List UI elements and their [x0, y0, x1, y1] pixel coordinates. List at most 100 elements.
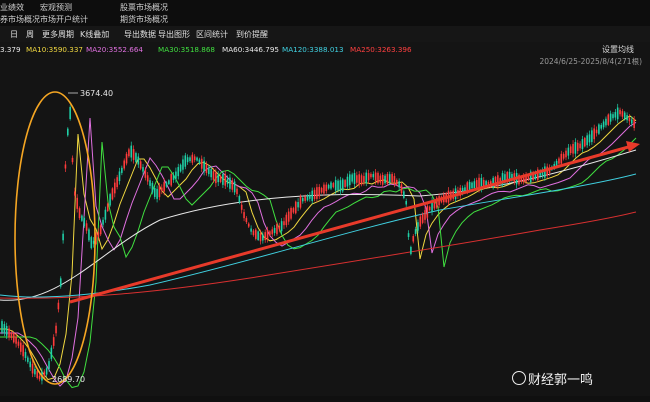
ma10-legend: MA10:3590.337	[26, 45, 83, 54]
candle-body	[341, 179, 344, 192]
candle-body	[374, 172, 377, 182]
candle-body	[417, 222, 419, 231]
candle-body	[302, 198, 304, 202]
candle-body	[172, 175, 175, 180]
candle-body	[283, 221, 285, 226]
candle-body	[294, 201, 297, 214]
candle-body	[424, 210, 426, 220]
candle-body	[109, 194, 111, 206]
trend-arrow	[69, 144, 633, 304]
candle-body	[5, 325, 8, 336]
candle-body	[309, 194, 311, 199]
candle-body	[421, 213, 424, 223]
candle-body	[600, 124, 603, 129]
candle-body	[569, 146, 572, 154]
candle-body	[269, 231, 271, 236]
candle-body	[332, 183, 335, 188]
candle-body	[106, 203, 109, 211]
candle-body	[20, 342, 22, 352]
candle-body	[464, 187, 466, 191]
volume-panel-edge	[0, 396, 650, 402]
candle-body	[121, 167, 123, 173]
ma120-legend: MA120:3388.013	[282, 45, 344, 54]
candle-body	[316, 187, 318, 199]
candle-body	[609, 113, 612, 122]
candle-body	[78, 208, 81, 219]
candle-body	[400, 184, 403, 194]
candle-body	[367, 173, 370, 181]
more-periods-button[interactable]: 更多周期	[42, 29, 74, 40]
candle-body	[631, 119, 633, 124]
ma-setting-button[interactable]: 设置均线	[602, 44, 634, 55]
menu-item[interactable]: 期货市场概况	[120, 14, 168, 25]
low-price-label: 2689.70	[52, 375, 86, 384]
candle-body	[36, 371, 39, 378]
ma30-legend: MA30:3518.868	[158, 45, 215, 54]
candle-body	[184, 155, 187, 167]
trend-arrow-head	[626, 141, 640, 152]
candle-body	[8, 328, 10, 338]
brand-logo-icon	[512, 371, 526, 385]
candle-body	[252, 230, 255, 236]
kline-overlay-button[interactable]: K线叠加	[80, 29, 109, 40]
candle-body	[144, 169, 147, 178]
candle-body	[189, 157, 191, 162]
candle-body	[410, 246, 412, 255]
candle-body	[391, 174, 393, 183]
price-alert-button[interactable]: 到价提醒	[236, 29, 268, 40]
candle-body	[412, 236, 415, 242]
candle-body	[29, 361, 31, 368]
export-data-button[interactable]: 导出数据	[124, 29, 156, 40]
candle-body	[67, 128, 69, 136]
export-graph-button[interactable]: 导出图形	[158, 29, 190, 40]
candle-body	[278, 225, 281, 230]
range-stats-button[interactable]: 区间统计	[196, 29, 228, 40]
candle-body	[52, 337, 55, 346]
candle-body	[593, 128, 595, 140]
candle-body	[175, 171, 177, 179]
candle-body	[247, 223, 250, 227]
period-week-button[interactable]: 周	[26, 29, 34, 40]
candle-body	[116, 177, 118, 188]
menu-item[interactable]: 股票市场概况	[120, 2, 168, 13]
candle-body	[403, 191, 405, 198]
candle-body	[313, 189, 316, 200]
ma250-legend: MA250:3263.396	[350, 45, 412, 54]
candle-body	[567, 147, 570, 156]
candle-body	[428, 206, 431, 211]
candle-body	[139, 161, 142, 169]
candle-body	[135, 153, 137, 162]
candle-body	[45, 368, 48, 375]
period-day-button[interactable]: 日	[10, 29, 18, 40]
candle-body	[69, 107, 71, 119]
candle-body	[62, 233, 64, 241]
menu-item[interactable]: 业绩效	[0, 2, 24, 13]
candle-body	[271, 229, 274, 235]
candle-body	[43, 371, 46, 376]
candle-body	[193, 156, 196, 161]
candle-body	[229, 177, 231, 189]
candle-body	[616, 107, 619, 120]
candle-body	[612, 114, 614, 119]
candle-body	[81, 215, 83, 221]
menu-item[interactable]: 券市场概况	[0, 14, 40, 25]
candle-body	[621, 111, 624, 117]
candle-body	[146, 175, 149, 182]
candle-body	[236, 188, 238, 195]
candle-body	[83, 217, 86, 227]
candle-body	[473, 181, 476, 189]
candle-body	[76, 197, 78, 209]
candle-body	[607, 114, 610, 125]
candle-body	[85, 223, 88, 231]
ma20-legend: MA20:3552.664	[86, 45, 143, 54]
candlestick-chart[interactable]	[0, 56, 650, 396]
menu-item[interactable]: 市场开户统计	[40, 14, 88, 25]
candle-body	[212, 171, 215, 180]
candle-body	[17, 341, 20, 346]
candle-body	[379, 175, 382, 183]
candle-body	[205, 163, 208, 173]
top-menu: 业绩效 宏观预测 股票市场概况 券市场概况 市场开户统计 期货市场概况	[0, 0, 650, 26]
candle-body	[200, 158, 203, 169]
menu-item[interactable]: 宏观预测	[40, 2, 72, 13]
candle-body	[562, 154, 565, 159]
